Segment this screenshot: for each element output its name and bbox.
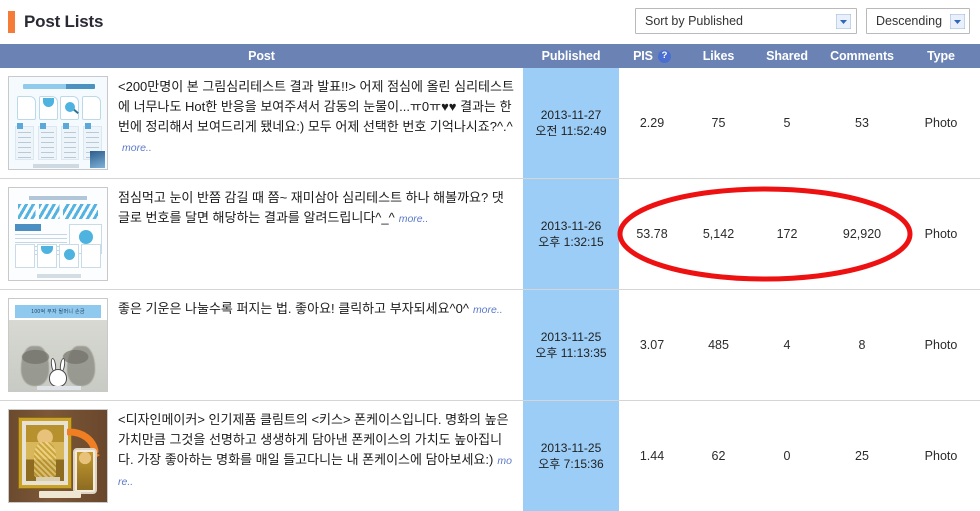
chevron-down-icon — [950, 13, 966, 29]
comments-cell: 92,920 — [822, 178, 902, 290]
table-row[interactable]: 100억 부자 될머니 손금 좋은 기운은 나눌수록 퍼지는 법. 좋아요! 클… — [0, 289, 980, 401]
post-message: <디자인메이커> 인기제품 클림트의 <키스> 폰케이스입니다. 명화의 높은 … — [118, 412, 509, 467]
pis-cell: 2.29 — [619, 68, 685, 179]
published-cell: 2013-11-25 오후 7:15:36 — [523, 400, 619, 511]
post-thumbnail[interactable] — [8, 76, 108, 170]
shared-cell: 172 — [752, 178, 822, 290]
type-cell: Photo — [902, 178, 980, 290]
pis-cell: 3.07 — [619, 289, 685, 401]
published-cell: 2013-11-26 오후 1:32:15 — [523, 178, 619, 290]
title-accent-bar — [8, 11, 15, 33]
sort-order-select-value: Descending — [876, 14, 943, 28]
post-message: 좋은 기운은 나눌수록 퍼지는 법. 좋아요! 클릭하고 부자되세요^0^ — [118, 301, 469, 316]
published-cell: 2013-11-25 오후 11:13:35 — [523, 289, 619, 401]
pis-cell: 53.78 — [619, 178, 685, 290]
post-cell: <200만명이 본 그림심리테스트 결과 발표!!> 어제 점심에 올린 심리테… — [0, 68, 523, 179]
column-header-published[interactable]: Published — [523, 44, 619, 68]
table-header-row: Post Published PIS ? Likes Shared Commen… — [0, 44, 980, 68]
post-thumbnail[interactable] — [8, 409, 108, 503]
published-date: 2013-11-26 — [540, 219, 602, 233]
post-text: 좋은 기운은 나눌수록 퍼지는 법. 좋아요! 클릭하고 부자되세요^0^ mor… — [108, 298, 503, 320]
column-header-shared[interactable]: Shared — [752, 44, 822, 68]
published-time: 오후 7:15:36 — [538, 457, 604, 471]
column-header-comments[interactable]: Comments — [822, 44, 902, 68]
table-body: <200만명이 본 그림심리테스트 결과 발표!!> 어제 점심에 올린 심리테… — [0, 68, 980, 511]
table-row[interactable]: 점심먹고 눈이 반쯤 감길 때 쯤~ 재미삼아 심리테스트 하나 해볼까요? 댓… — [0, 178, 980, 290]
table-row[interactable]: <200만명이 본 그림심리테스트 결과 발표!!> 어제 점심에 올린 심리테… — [0, 68, 980, 179]
shared-cell: 4 — [752, 289, 822, 401]
post-text: <200만명이 본 그림심리테스트 결과 발표!!> 어제 점심에 올린 심리테… — [108, 76, 515, 158]
comments-cell: 25 — [822, 400, 902, 511]
more-link[interactable]: more.. — [473, 304, 503, 316]
post-text: <디자인메이커> 인기제품 클림트의 <키스> 폰케이스입니다. 명화의 높은 … — [108, 409, 515, 492]
published-date: 2013-11-25 — [540, 441, 602, 455]
post-thumbnail[interactable] — [8, 187, 108, 281]
more-link[interactable]: more.. — [122, 142, 152, 154]
published-date: 2013-11-25 — [540, 330, 602, 344]
comments-cell: 53 — [822, 68, 902, 179]
published-date: 2013-11-27 — [540, 108, 602, 122]
sort-by-select[interactable]: Sort by Published — [635, 8, 857, 34]
post-message: 점심먹고 눈이 반쯤 감길 때 쯤~ 재미삼아 심리테스트 하나 해볼까요? 댓… — [118, 190, 504, 225]
column-header-pis-label: PIS — [633, 49, 653, 63]
published-time: 오후 1:32:15 — [538, 235, 604, 249]
shared-cell: 5 — [752, 68, 822, 179]
type-cell: Photo — [902, 289, 980, 401]
page-title-group: Post Lists — [0, 11, 103, 33]
column-header-likes[interactable]: Likes — [685, 44, 752, 68]
column-header-pis[interactable]: PIS ? — [619, 44, 685, 68]
post-lists-page: Post Lists Sort by Published Descending — [0, 0, 980, 511]
post-thumbnail[interactable]: 100억 부자 될머니 손금 — [8, 298, 108, 392]
sort-by-select-value: Sort by Published — [645, 14, 743, 28]
type-cell: Photo — [902, 68, 980, 179]
post-text: 점심먹고 눈이 반쯤 감길 때 쯤~ 재미삼아 심리테스트 하나 해볼까요? 댓… — [108, 187, 515, 229]
published-time: 오후 11:13:35 — [535, 346, 607, 360]
page-header: Post Lists Sort by Published Descending — [0, 0, 980, 44]
post-cell: <디자인메이커> 인기제품 클림트의 <키스> 폰케이스입니다. 명화의 높은 … — [0, 400, 523, 511]
sort-order-select[interactable]: Descending — [866, 8, 970, 34]
likes-cell: 62 — [685, 400, 752, 511]
likes-cell: 485 — [685, 289, 752, 401]
thumb-caption: 100억 부자 될머니 손금 — [31, 309, 85, 315]
table-head: Post Published PIS ? Likes Shared Commen… — [0, 44, 980, 68]
likes-cell: 5,142 — [685, 178, 752, 290]
shared-cell: 0 — [752, 400, 822, 511]
type-cell: Photo — [902, 400, 980, 511]
post-cell: 100억 부자 될머니 손금 좋은 기운은 나눌수록 퍼지는 법. 좋아요! 클… — [0, 289, 523, 401]
column-header-type[interactable]: Type — [902, 44, 980, 68]
post-message: <200만명이 본 그림심리테스트 결과 발표!!> 어제 점심에 올린 심리테… — [118, 79, 514, 134]
page-title: Post Lists — [24, 12, 104, 31]
column-header-post[interactable]: Post — [0, 44, 523, 68]
likes-cell: 75 — [685, 68, 752, 179]
table-row[interactable]: <디자인메이커> 인기제품 클림트의 <키스> 폰케이스입니다. 명화의 높은 … — [0, 400, 980, 511]
published-cell: 2013-11-27 오전 11:52:49 — [523, 68, 619, 179]
chevron-down-icon — [836, 13, 851, 29]
toolbar-controls: Sort by Published Descending — [635, 8, 970, 34]
post-list-table: Post Published PIS ? Likes Shared Commen… — [0, 44, 980, 511]
post-cell: 점심먹고 눈이 반쯤 감길 때 쯤~ 재미삼아 심리테스트 하나 해볼까요? 댓… — [0, 178, 523, 290]
comments-cell: 8 — [822, 289, 902, 401]
more-link[interactable]: more.. — [399, 213, 429, 225]
pis-cell: 1.44 — [619, 400, 685, 511]
help-icon[interactable]: ? — [657, 49, 671, 63]
published-time: 오전 11:52:49 — [535, 124, 607, 138]
